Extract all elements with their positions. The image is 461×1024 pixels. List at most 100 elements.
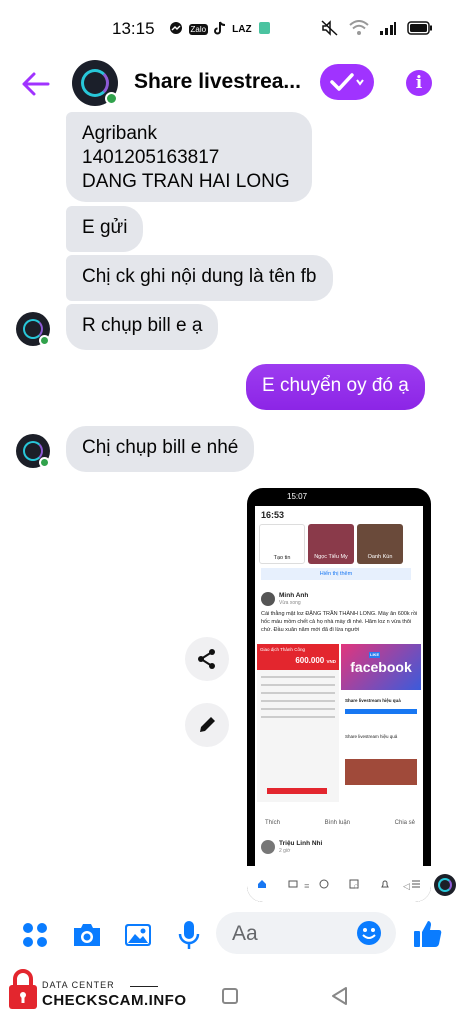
post-actions: Thích Bình luận Chia sẻ bbox=[265, 820, 415, 826]
back-arrow-icon bbox=[22, 72, 50, 96]
screenshot-status-bar: 15:07 bbox=[247, 488, 431, 506]
voice-button[interactable] bbox=[178, 920, 200, 955]
message-line: DANG TRAN HAI LONG bbox=[82, 171, 290, 192]
logo-ring bbox=[438, 878, 452, 892]
receipt-image: Giao dịch Thành Công 600.000 VND bbox=[257, 644, 339, 802]
message-bubble[interactable]: E gửi bbox=[66, 206, 144, 252]
status-bar: 13:15 Zalo LAZ bbox=[0, 0, 461, 58]
edit-button[interactable] bbox=[185, 703, 229, 747]
message-bubble[interactable]: R chụp bill e ạ bbox=[66, 304, 219, 350]
more-button[interactable] bbox=[22, 922, 48, 953]
screenshot-content: 16:53 Tạo tin Ngọc Tiểu My Oanh Kún Hiển… bbox=[255, 506, 423, 866]
receipt-header: Giao dịch Thành Công 600.000 VND bbox=[257, 644, 339, 670]
home-icon: ○ bbox=[353, 881, 359, 891]
back-icon: ◁ bbox=[403, 880, 410, 891]
post-author: Minh Anh bbox=[279, 592, 309, 599]
chat-title[interactable]: Share livestrea... bbox=[134, 70, 304, 94]
message-bubble[interactable]: Chị ck ghi nội dung là tên fb bbox=[66, 255, 333, 301]
back-triangle-icon bbox=[332, 987, 347, 1005]
grid-dots-icon bbox=[23, 923, 47, 947]
message-text: E gửi bbox=[82, 217, 128, 238]
camera-icon bbox=[74, 924, 100, 946]
watermark-rule bbox=[130, 986, 158, 987]
next-time: 2 giờ bbox=[279, 848, 291, 854]
chat-header: Share livestrea... i bbox=[0, 58, 461, 114]
inner-time: 16:53 bbox=[261, 510, 285, 520]
my-message-bubble[interactable]: E chuyển oy đó ạ bbox=[246, 364, 425, 410]
facebook-post-image: facebook LIKE Share livestream hiệu quả … bbox=[341, 644, 421, 804]
next-author: Triệu Linh Nhi bbox=[279, 840, 323, 847]
message-bubble[interactable]: Chị chụp bill e nhé bbox=[66, 426, 255, 472]
post-photo bbox=[345, 759, 417, 785]
input-placeholder: Aa bbox=[232, 922, 258, 945]
stories-row: Tạo tin Ngọc Tiểu My Oanh Kún bbox=[259, 524, 419, 564]
composer: Aa bbox=[0, 910, 461, 962]
receipt-line bbox=[261, 684, 335, 686]
back-nav-button[interactable] bbox=[330, 986, 348, 1011]
microphone-icon bbox=[178, 921, 200, 949]
story-card: Oanh Kún bbox=[357, 524, 403, 564]
message-line: Agribank bbox=[82, 123, 157, 144]
facebook-banner: facebook LIKE bbox=[341, 644, 421, 690]
message-input[interactable]: Aa bbox=[216, 912, 396, 954]
camera-button[interactable] bbox=[72, 922, 102, 953]
message-text: R chụp bill e ạ bbox=[82, 315, 203, 336]
message-text: Chị ck ghi nội dung là tên fb bbox=[82, 266, 317, 287]
group-name: Share livestream hiệu quả bbox=[345, 698, 401, 703]
battery-icon bbox=[407, 20, 433, 38]
home-icon bbox=[258, 880, 267, 888]
like-button[interactable] bbox=[412, 918, 444, 955]
emoji-button[interactable] bbox=[356, 920, 382, 951]
story-card: Tạo tin bbox=[259, 524, 305, 564]
info-icon[interactable]: i bbox=[406, 70, 432, 96]
sender-avatar[interactable] bbox=[16, 312, 50, 346]
facebook-logo: facebook bbox=[350, 659, 412, 675]
receipt-line bbox=[261, 692, 335, 694]
group-avatar[interactable] bbox=[72, 60, 118, 106]
gallery-button[interactable] bbox=[124, 921, 152, 954]
mark-done-button[interactable] bbox=[320, 64, 374, 100]
messenger-icon bbox=[169, 21, 183, 38]
receipt-line bbox=[261, 700, 335, 702]
show-more: Hiển thị thêm bbox=[261, 568, 411, 580]
online-indicator bbox=[39, 335, 50, 346]
message-bubble[interactable]: Agribank 1401205163817 DANG TRAN HAI LON… bbox=[66, 112, 312, 202]
notification-icons: Zalo LAZ bbox=[169, 21, 271, 38]
recents-button[interactable] bbox=[222, 988, 238, 1004]
system-icons bbox=[321, 19, 433, 39]
receipt-line bbox=[261, 716, 335, 718]
image-icon bbox=[125, 924, 151, 946]
online-indicator bbox=[39, 457, 50, 468]
post-time: Vừa xong bbox=[279, 600, 301, 606]
seen-avatar bbox=[434, 874, 456, 896]
tiktok-icon bbox=[214, 21, 226, 38]
back-button[interactable] bbox=[20, 68, 52, 100]
sender-avatar[interactable] bbox=[16, 434, 50, 468]
signal-icon bbox=[379, 21, 397, 38]
logo-ring bbox=[81, 69, 109, 97]
online-indicator bbox=[105, 92, 118, 105]
mute-icon bbox=[321, 19, 339, 39]
next-author-avatar bbox=[261, 840, 275, 854]
like-badge: LIKE bbox=[369, 652, 381, 658]
share-icon bbox=[198, 649, 215, 669]
lock-icon bbox=[9, 969, 37, 1009]
shared-screenshot[interactable]: 15:07 16:53 Tạo tin Ngọc Tiểu My Oanh Kú… bbox=[247, 488, 431, 902]
screenshot-system-nav: ≡ ○ ◁ bbox=[282, 876, 432, 896]
share-button[interactable] bbox=[185, 637, 229, 681]
join-button bbox=[345, 709, 417, 714]
watermark-line1: DATA CENTER bbox=[42, 980, 115, 990]
app-icon bbox=[258, 21, 271, 38]
receipt-line bbox=[261, 676, 335, 678]
pencil-icon bbox=[200, 717, 215, 732]
share-action: Chia sẻ bbox=[394, 820, 415, 826]
like-action: Thích bbox=[265, 820, 281, 826]
clock: 13:15 bbox=[112, 19, 155, 38]
menu-icon: ≡ bbox=[304, 881, 310, 891]
receipt-button bbox=[267, 788, 327, 794]
thumbs-up-icon bbox=[414, 921, 442, 947]
post-text: Cái thằng mặt loz ĐẶNG TRẦN THÀNH LONG. … bbox=[261, 611, 418, 633]
zalo-icon: Zalo bbox=[188, 23, 209, 35]
message-line: 1401205163817 bbox=[82, 147, 220, 168]
emoji-icon bbox=[357, 921, 381, 945]
